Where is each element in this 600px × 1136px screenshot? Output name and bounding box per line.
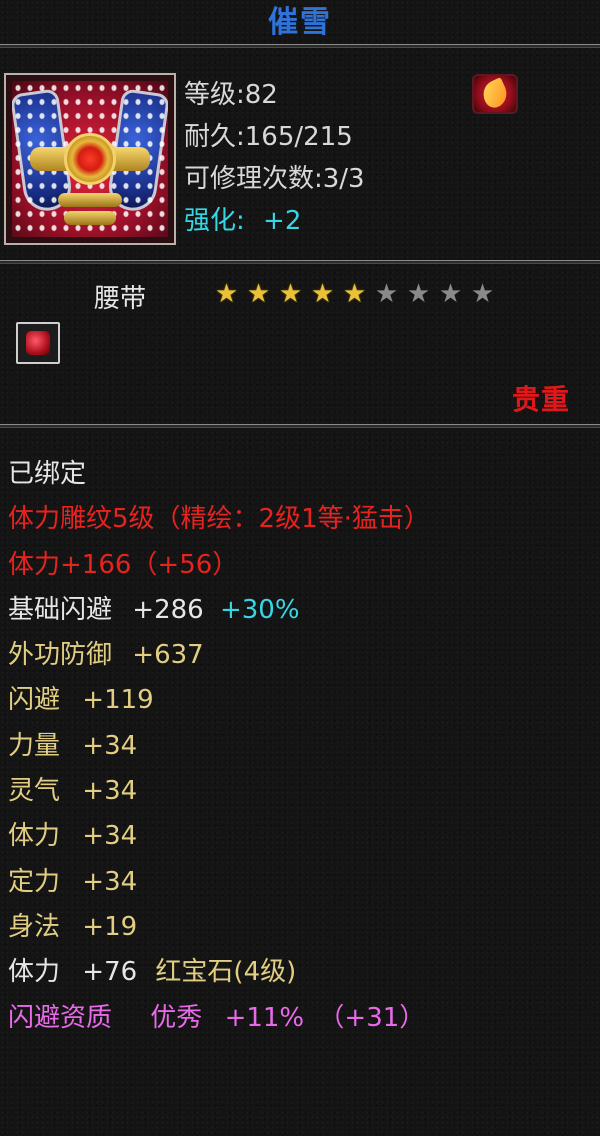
attr-aptitude: 闪避资质 优秀 +11% （+31） (8, 996, 598, 1041)
star-filled-icon: ★ (278, 279, 303, 309)
attr-focus: 定力 +34 (8, 860, 598, 905)
star-filled-icon: ★ (246, 279, 271, 309)
spirit-value: +34 (82, 776, 138, 807)
gem-stat-label: 体力 (8, 957, 61, 988)
aptitude-label: 闪避资质 (8, 1002, 113, 1033)
focus-label: 定力 (8, 866, 61, 897)
star-rating: ★ ★ ★ ★ ★ ★ ★ ★ ★ (212, 279, 497, 309)
aptitude-value: +11% (224, 1002, 305, 1033)
stamina-bonus-text: （+56） (131, 549, 239, 580)
stamina-label: 体力 (8, 821, 61, 852)
bound-flame-icon[interactable] (472, 74, 518, 114)
attr-gem: 体力 +76 红宝石(4级) (8, 950, 598, 995)
aptitude-grade: 优秀 (150, 1002, 203, 1033)
attr-strength: 力量 +34 (8, 724, 598, 769)
aptitude-bonus: （+31） (318, 1002, 426, 1033)
belt-armor-icon (12, 81, 168, 237)
star-filled-icon: ★ (214, 279, 239, 309)
bound-text: 已绑定 (8, 459, 87, 489)
ext-def-value: +637 (132, 640, 204, 671)
gem-socket[interactable] (16, 322, 60, 364)
agility-value: +19 (82, 911, 138, 942)
star-filled-icon: ★ (342, 279, 367, 309)
star-empty-icon: ★ (406, 279, 431, 309)
dodge-value: +119 (82, 685, 154, 716)
enhance-label: 强化: (184, 206, 245, 236)
header-divider (0, 260, 600, 264)
level-text: 等级:82 (184, 80, 278, 110)
attribute-list: 已绑定 体力雕纹5级（精绘：2级1等·猛击） 体力+166（+56） 基础闪避 … (8, 452, 598, 1041)
strength-label: 力量 (8, 730, 61, 761)
attr-spirit: 灵气 +34 (8, 769, 598, 814)
attr-ext-def: 外功防御 +637 (8, 633, 598, 678)
attr-stamina-base: 体力+166（+56） (8, 543, 598, 588)
gem-name: 红宝石(4级) (155, 957, 297, 988)
portrait-tail (64, 211, 116, 225)
engrave-text: 体力雕纹5级（精绘：2级1等·猛击） (8, 504, 430, 535)
stamina-base-text: 体力+166 (8, 549, 132, 580)
dodge-base-pct: +30% (219, 594, 300, 625)
flame-shape (478, 77, 512, 111)
strength-value: +34 (82, 730, 138, 761)
ext-def-label: 外功防御 (8, 640, 113, 671)
item-type: 腰带 (94, 284, 147, 314)
gem-stat-value: +76 (82, 957, 138, 988)
attr-bound: 已绑定 (8, 452, 598, 497)
repairs-text: 可修理次数:3/3 (184, 164, 365, 194)
attr-engrave: 体力雕纹5级（精绘：2级1等·猛击） (8, 497, 598, 542)
portrait-buckle (64, 133, 116, 185)
enhance-row: 强化: +2 (184, 204, 301, 238)
star-filled-icon: ★ (310, 279, 335, 309)
star-empty-icon: ★ (438, 279, 463, 309)
stamina-value: +34 (82, 821, 138, 852)
attr-dodge: 闪避 +119 (8, 678, 598, 723)
item-title: 催雪 (268, 5, 332, 40)
item-portrait (4, 73, 176, 245)
portrait-tail (58, 193, 122, 207)
attr-dodge-base: 基础闪避 +286 +30% (8, 588, 598, 633)
enhance-value: +2 (263, 206, 302, 236)
agility-label: 身法 (8, 911, 61, 942)
dodge-label: 闪避 (8, 685, 61, 716)
dodge-base-label: 基础闪避 (8, 594, 113, 625)
durability-text: 耐久:165/215 (184, 122, 353, 152)
spirit-label: 灵气 (8, 776, 61, 807)
dodge-base-value: +286 (132, 594, 204, 625)
title-divider (0, 44, 600, 48)
ruby-gem-icon (26, 331, 50, 355)
attr-stamina: 体力 +34 (8, 814, 598, 859)
attr-agility: 身法 +19 (8, 905, 598, 950)
body-divider (0, 424, 600, 428)
focus-value: +34 (82, 866, 138, 897)
star-empty-icon: ★ (374, 279, 399, 309)
rarity-label: 贵重 (511, 383, 570, 416)
star-empty-icon: ★ (470, 279, 495, 309)
